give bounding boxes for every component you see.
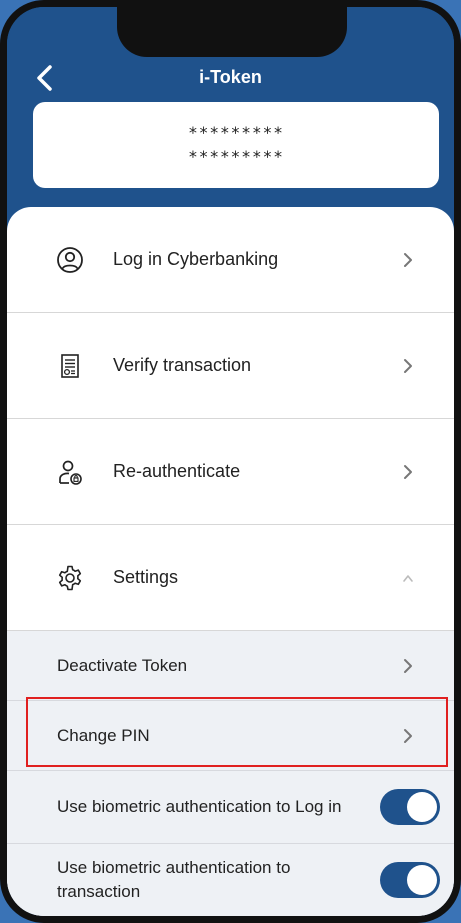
chevron-right-icon — [402, 251, 414, 269]
settings-item-label: Use biometric authentication to Log in — [57, 797, 342, 816]
settings-item-label: Change PIN — [57, 725, 150, 745]
settings-item-deactivate-token[interactable]: Deactivate Token — [7, 631, 454, 701]
settings-item-label: Deactivate Token — [57, 655, 188, 675]
token-card: ********* ********* — [33, 102, 439, 188]
menu-item-login-cyberbanking[interactable]: Log in Cyberbanking — [7, 207, 454, 313]
settings-item-change-pin[interactable]: Change PIN — [7, 701, 454, 771]
menu-sheet: Log in Cyberbanking Verify transaction R… — [7, 207, 454, 916]
menu-item-label: Verify transaction — [113, 355, 252, 375]
toggle-knob — [407, 792, 437, 822]
gear-icon — [55, 563, 85, 593]
biometric-login-toggle[interactable] — [380, 789, 440, 825]
menu-item-label: Re-authenticate — [113, 461, 241, 481]
chevron-right-icon — [402, 727, 414, 745]
settings-item-label: Use biometric authentication to transact… — [57, 858, 291, 901]
chevron-up-icon — [402, 569, 414, 587]
user-circle-icon — [55, 245, 85, 275]
chevron-right-icon — [402, 657, 414, 675]
menu-item-label: Log in Cyberbanking — [113, 249, 279, 269]
settings-submenu: Deactivate Token Change PIN Use biometri… — [7, 631, 454, 916]
page-title: i-Token — [199, 67, 262, 87]
menu-item-verify-transaction[interactable]: Verify transaction — [7, 313, 454, 419]
settings-item-biometric-login: Use biometric authentication to Log in — [7, 771, 454, 844]
biometric-transaction-toggle[interactable] — [380, 862, 440, 898]
menu-item-re-authenticate[interactable]: Re-authenticate — [7, 419, 454, 525]
toggle-knob — [407, 865, 437, 895]
menu-item-settings[interactable]: Settings — [7, 525, 454, 631]
phone-frame: i-Token ********* ********* Log in Cyber… — [0, 0, 461, 923]
menu-item-label: Settings — [113, 567, 179, 587]
chevron-right-icon — [402, 357, 414, 375]
user-lock-icon — [55, 457, 85, 487]
token-value-line-2: ********* — [188, 147, 284, 166]
document-check-icon — [55, 351, 85, 381]
phone-notch — [117, 7, 347, 57]
chevron-right-icon — [402, 463, 414, 481]
token-value-line-1: ********* — [188, 123, 284, 142]
settings-item-biometric-transaction: Use biometric authentication to transact… — [7, 844, 454, 916]
